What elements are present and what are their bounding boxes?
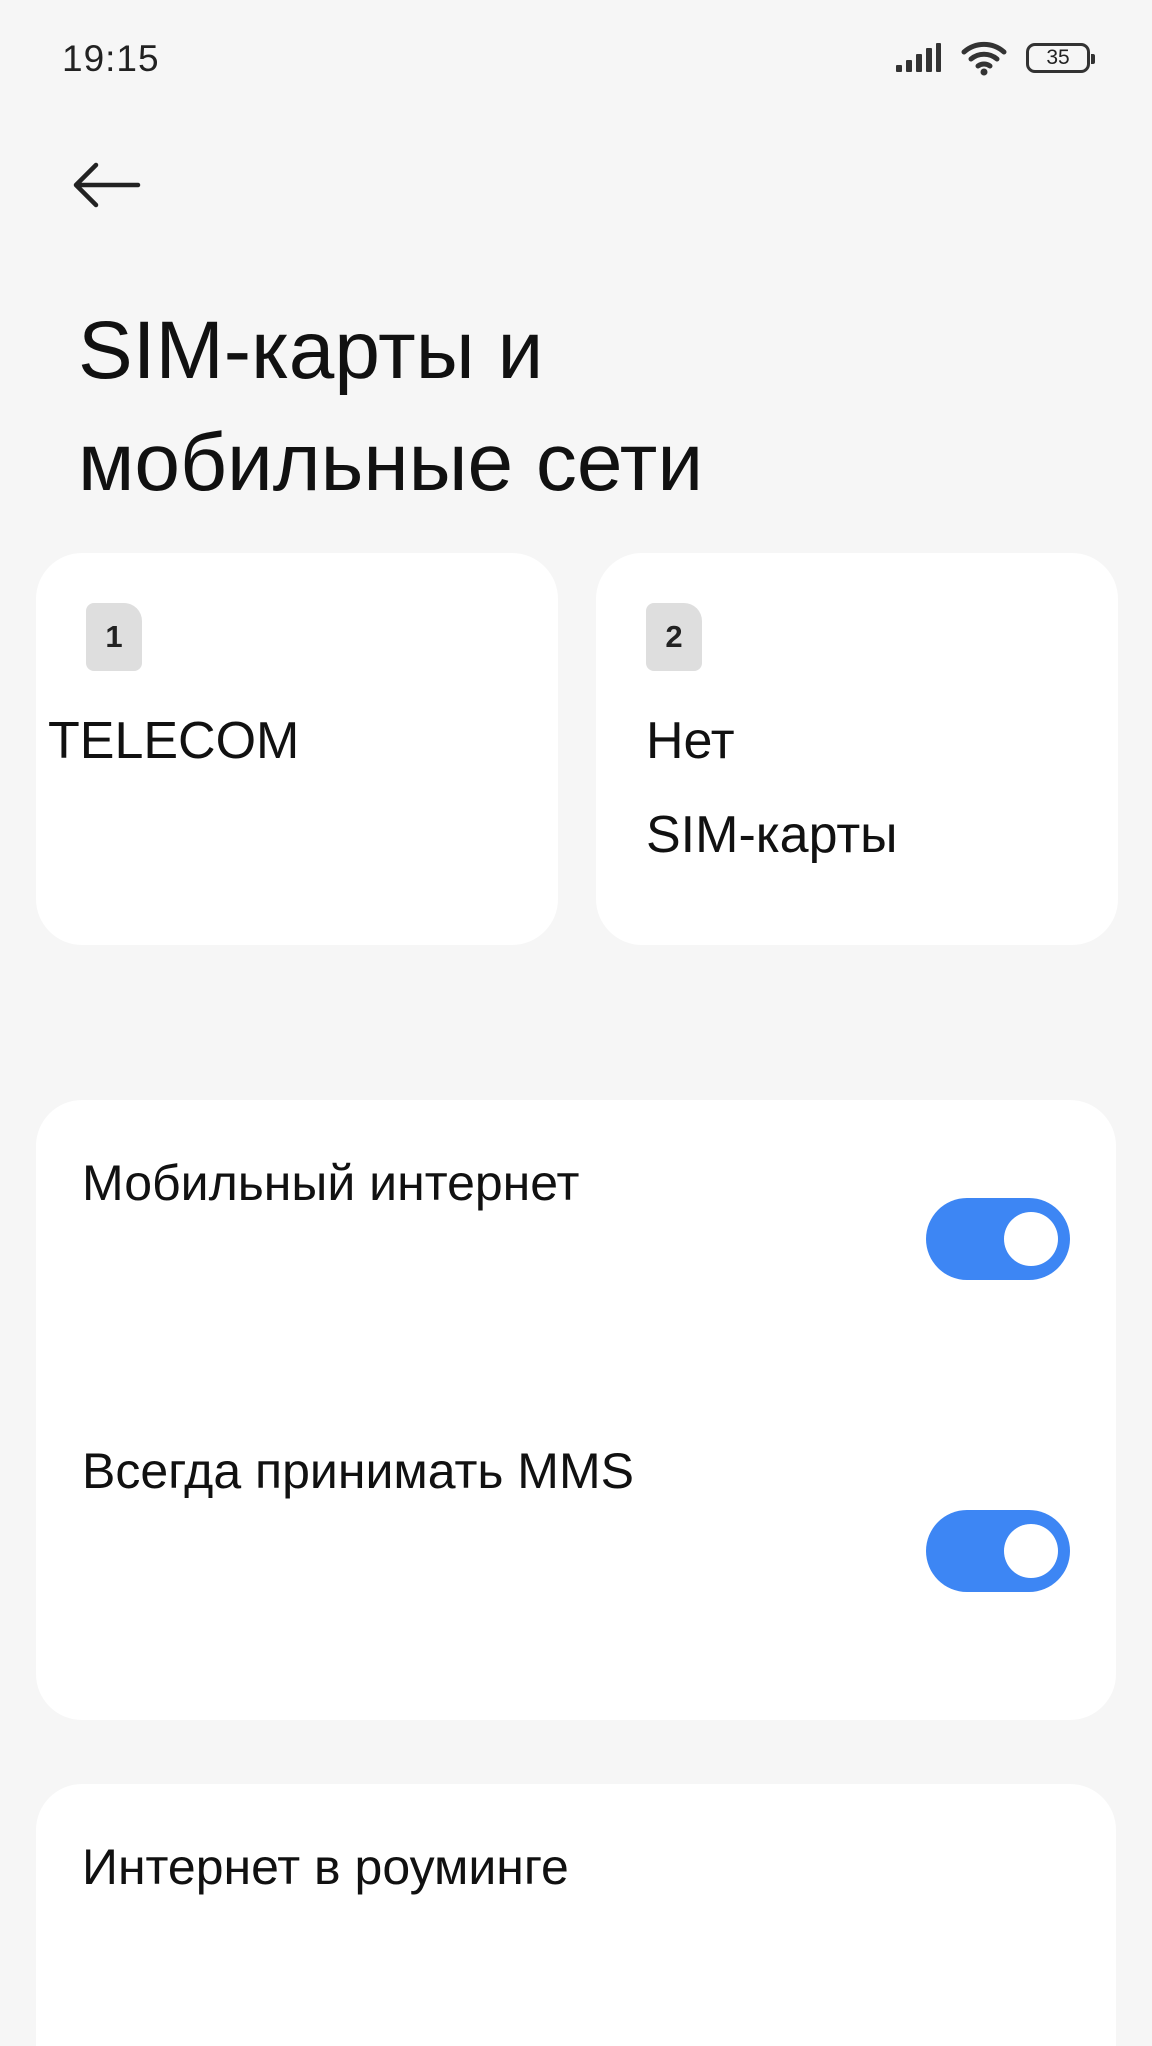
sim-slot-number: 1 (105, 619, 123, 654)
mobile-internet-toggle[interactable] (926, 1198, 1070, 1280)
toggle-knob (1004, 1524, 1058, 1578)
sim-slot-badge: 1 (86, 603, 142, 671)
toggle-knob (1004, 1212, 1058, 1266)
always-receive-mms-row[interactable]: Всегда принимать MMS (36, 1400, 1116, 1680)
page-title-line1: SIM-карты и (78, 305, 544, 396)
mobile-internet-row[interactable]: Мобильный интернет (36, 1100, 1116, 1380)
signal-icon (896, 43, 941, 72)
roaming-label: Интернет в роуминге (82, 1839, 569, 1895)
page-title-line2: мобильные сети (78, 417, 704, 508)
sim-card-1-name: TELECOM (48, 712, 300, 770)
always-receive-mms-toggle[interactable] (926, 1510, 1070, 1592)
page-title: SIM-карты и мобильные сети (78, 295, 1078, 519)
battery-icon: 35 (1026, 43, 1095, 73)
sim-card-2-name-line2: SIM-карты (646, 806, 898, 864)
status-icons: 35 (894, 40, 1095, 76)
status-time: 19:15 (62, 38, 160, 79)
always-receive-mms-label: Всегда принимать MMS (82, 1443, 634, 1499)
settings-card: Мобильный интернет Всегда принимать MMS (36, 1100, 1116, 1720)
sim-card-2[interactable]: 2 Нет SIM-карты (596, 553, 1118, 945)
status-bar: 19:15 35 (0, 0, 1152, 120)
screen: 19:15 35 SIM-карты и мобильные сети 1 TE… (0, 0, 1152, 2046)
sim-card-2-name-line1: Нет (646, 712, 735, 770)
sim-slot-number: 2 (665, 619, 683, 654)
sim-slot-badge: 2 (646, 603, 702, 671)
arrow-left-icon (73, 162, 141, 208)
mobile-internet-label: Мобильный интернет (82, 1155, 580, 1211)
roaming-card[interactable]: Интернет в роуминге (36, 1784, 1116, 2046)
wifi-icon (961, 41, 1007, 76)
back-button[interactable] (70, 140, 160, 230)
battery-level: 35 (1046, 46, 1070, 69)
